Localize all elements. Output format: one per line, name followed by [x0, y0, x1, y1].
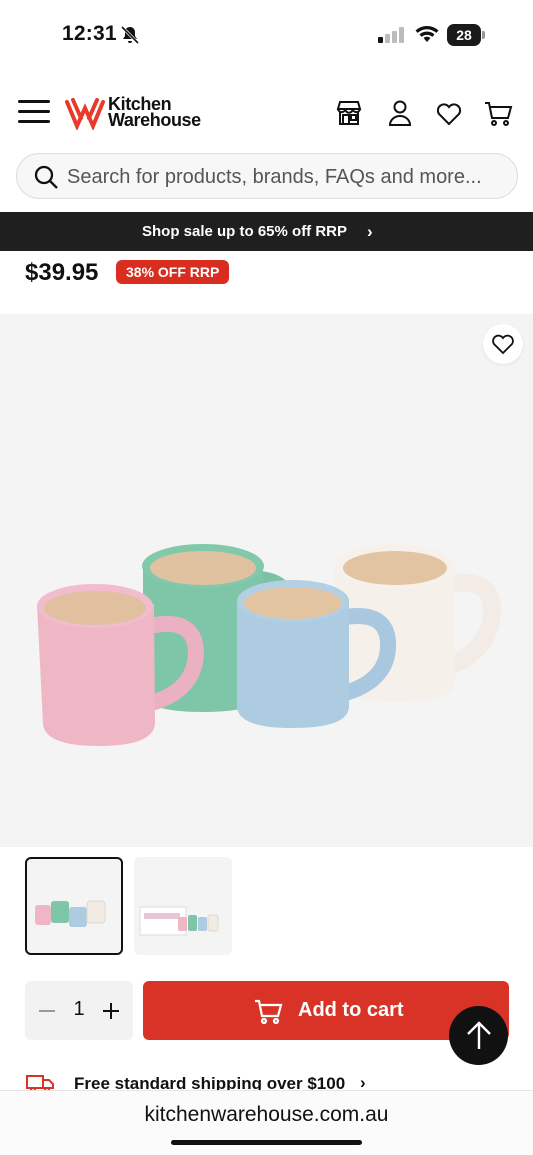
arrow-up-icon	[467, 1021, 491, 1049]
search-bar[interactable]: Search for products, brands, FAQs and mo…	[16, 153, 518, 199]
hamburger-menu-icon[interactable]	[18, 100, 50, 124]
status-time: 12:31	[62, 22, 117, 45]
chevron-right-icon: ›	[367, 222, 373, 241]
cart-icon	[253, 996, 283, 1031]
product-image[interactable]	[0, 314, 533, 847]
account-icon[interactable]	[385, 98, 415, 128]
add-to-cart-label: Add to cart	[298, 999, 404, 1021]
discount-badge: 38% OFF RRP	[116, 260, 230, 284]
kitchen-warehouse-logo[interactable]: Kitchen Warehouse	[64, 95, 214, 132]
rrp-price-clipped	[26, 252, 116, 255]
promo-text: Shop sale up to 65% off RRP	[142, 223, 348, 240]
status-bar: 12:31 28	[0, 0, 533, 70]
url-text[interactable]: kitchenwarehouse.com.au	[0, 1103, 533, 1127]
logo-mark-icon	[65, 98, 105, 132]
cart-icon[interactable]	[483, 98, 513, 128]
bell-muted-icon	[120, 25, 140, 50]
store-icon[interactable]	[334, 98, 364, 128]
wishlist-heart-icon[interactable]	[434, 98, 464, 128]
plus-icon[interactable]	[99, 999, 123, 1023]
logo-text-line2: Warehouse	[108, 110, 201, 130]
promo-banner[interactable]: Shop sale up to 65% off RRP ›	[0, 212, 533, 251]
search-icon	[33, 164, 59, 195]
shipping-info[interactable]: Free standard shipping over $100 ›	[0, 1070, 533, 1092]
battery-level: 28	[447, 24, 481, 46]
battery-icon: 28	[447, 24, 485, 46]
cellular-signal-icon	[378, 27, 406, 50]
home-indicator[interactable]	[171, 1140, 362, 1145]
scroll-to-top-button[interactable]	[449, 1006, 508, 1065]
search-input[interactable]: Search for products, brands, FAQs and mo…	[67, 166, 482, 189]
add-to-wishlist-icon[interactable]	[483, 324, 523, 364]
wifi-icon	[414, 24, 440, 49]
thumbnail-2[interactable]	[134, 857, 232, 955]
browser-address-bar: kitchenwarehouse.com.au	[0, 1090, 533, 1155]
product-price: $39.95	[25, 259, 99, 286]
quantity-stepper: 1	[25, 981, 133, 1040]
site-header: Kitchen Warehouse	[0, 88, 533, 138]
thumbnail-1[interactable]	[25, 857, 123, 955]
